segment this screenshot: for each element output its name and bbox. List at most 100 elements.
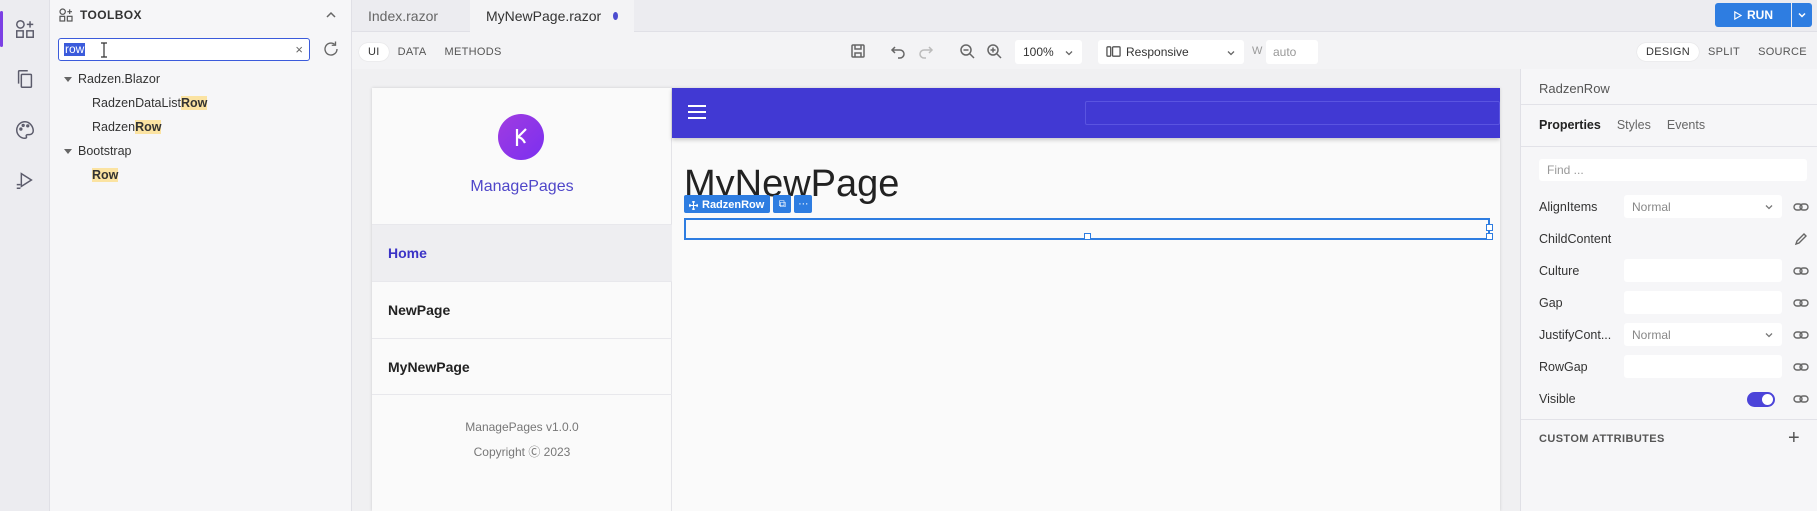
custom-attributes-header: CUSTOM ATTRIBUTES [1539, 433, 1665, 445]
logo-mark-icon [515, 128, 527, 146]
preview-nav-home[interactable]: Home [372, 224, 672, 281]
divider [1521, 419, 1817, 420]
toolbox-panel: TOOLBOX row × Radzen.Blazor RadzenDataLi… [50, 0, 352, 511]
tab-events[interactable]: Events [1667, 118, 1705, 132]
gap-input[interactable] [1624, 291, 1782, 314]
chevron-up-icon[interactable] [324, 8, 338, 22]
culture-input[interactable] [1624, 259, 1782, 282]
app-window: TOOLBOX row × Radzen.Blazor RadzenDataLi… [0, 0, 1817, 511]
alignitems-select[interactable]: Normal [1624, 195, 1782, 218]
selected-component-name: RadzenRow [1539, 81, 1610, 96]
copy-pages-icon [17, 70, 33, 88]
tree-item-radzenrow[interactable]: Radzen Row [58, 115, 348, 139]
link-binding-icon[interactable] [1793, 360, 1809, 374]
design-canvas: ManagePages Home NewPage MyNewPage Manag… [352, 69, 1520, 511]
prop-row-rowgap: RowGap [1539, 355, 1809, 379]
link-binding-icon[interactable] [1793, 392, 1809, 406]
pencil-edit-icon[interactable] [1793, 232, 1809, 246]
hamburger-menu-icon[interactable] [688, 105, 706, 119]
selected-component-label[interactable]: RadzenRow [684, 195, 771, 213]
toolbox-header: TOOLBOX [58, 0, 348, 30]
zoom-out-icon [960, 44, 975, 59]
redo-button[interactable] [918, 43, 934, 59]
pages-activity-button[interactable] [0, 57, 50, 101]
link-binding-icon[interactable] [1793, 328, 1809, 342]
mode-data-button[interactable]: DATA [389, 43, 436, 61]
preview-nav-mynewpage[interactable]: MyNewPage [372, 338, 672, 395]
zoom-select[interactable]: 100% [1015, 40, 1082, 64]
run-debug-activity-button[interactable] [0, 158, 50, 202]
resize-handle-corner[interactable] [1486, 233, 1493, 240]
add-attribute-icon[interactable]: + [1788, 428, 1800, 448]
undo-icon [890, 46, 905, 59]
preview-copyright: Copyright Ⓒ 2023 [473, 445, 571, 459]
visible-toggle[interactable] [1747, 392, 1775, 407]
preview-sidebar: ManagePages Home NewPage MyNewPage Manag… [372, 88, 672, 511]
more-options-icon[interactable]: ⋯ [794, 195, 813, 213]
link-binding-icon[interactable] [1793, 200, 1809, 214]
view-design-button[interactable]: DESIGN [1637, 42, 1699, 61]
clear-search-icon[interactable]: × [295, 43, 303, 57]
link-binding-icon[interactable] [1793, 296, 1809, 310]
toolbox-search-input[interactable]: row × [58, 38, 310, 61]
view-source-button[interactable]: SOURCE [1749, 43, 1816, 61]
select-parent-icon[interactable]: ⧉ [773, 195, 792, 213]
preview-nav-newpage[interactable]: NewPage [372, 281, 672, 338]
run-button[interactable]: RUN [1715, 3, 1791, 27]
page-preview[interactable]: ManagePages Home NewPage MyNewPage Manag… [372, 88, 1500, 511]
justifycontent-select[interactable]: Normal [1624, 323, 1782, 346]
undo-button[interactable] [890, 43, 906, 59]
search-selected-text: row [64, 42, 86, 56]
tab-styles[interactable]: Styles [1617, 118, 1651, 132]
toolbox-activity-button[interactable] [0, 7, 50, 51]
mode-ui-button[interactable]: UI [359, 42, 389, 61]
chevron-down-icon [1227, 51, 1235, 56]
caret-down-icon[interactable] [64, 76, 72, 82]
zoom-out-button[interactable] [959, 43, 975, 59]
zoom-in-button[interactable] [986, 43, 1002, 59]
app-logo [498, 114, 544, 160]
tab-mynewpage-razor[interactable]: MyNewPage.razor [470, 0, 634, 32]
tree-group-radzen-blazor[interactable]: Radzen.Blazor [58, 67, 348, 91]
redo-icon [919, 46, 934, 59]
mode-methods-button[interactable]: METHODS [436, 43, 511, 61]
zoom-in-icon [987, 44, 1002, 59]
prop-row-gap: Gap [1539, 291, 1809, 315]
responsive-device-icon [1106, 46, 1121, 57]
view-split-button[interactable]: SPLIT [1699, 43, 1749, 61]
property-find-input[interactable]: Find ... [1539, 159, 1807, 181]
preview-header [672, 88, 1500, 138]
run-options-button[interactable] [1792, 3, 1812, 27]
tree-group-bootstrap[interactable]: Bootstrap [58, 139, 348, 163]
prop-row-justifycontent: JustifyCont... Normal [1539, 323, 1809, 347]
chevron-down-icon [1065, 51, 1073, 56]
tree-item-row[interactable]: Row [58, 163, 348, 187]
move-icon [689, 200, 698, 210]
toolbox-tree: Radzen.Blazor RadzenDataList Row Radzen Ro… [58, 67, 348, 187]
refresh-icon[interactable] [322, 40, 340, 58]
selected-radzenrow-outline[interactable] [684, 218, 1493, 240]
save-icon [851, 44, 865, 58]
device-select[interactable]: Responsive [1098, 40, 1244, 64]
resize-handle-right[interactable] [1486, 224, 1493, 231]
mode-switch: UI DATA METHODS [359, 41, 511, 62]
preview-header-search[interactable] [1085, 101, 1500, 125]
unsaved-dot-icon [613, 12, 618, 20]
resize-handle-bottom[interactable] [1084, 233, 1091, 240]
tree-item-radzendatalistrow[interactable]: RadzenDataList Row [58, 91, 348, 115]
link-binding-icon[interactable] [1793, 264, 1809, 278]
toolbox-icon [59, 8, 73, 22]
text-cursor-icon [101, 42, 107, 58]
divider [1521, 104, 1817, 105]
save-button[interactable] [850, 43, 866, 59]
activity-bar [0, 0, 50, 511]
tab-properties[interactable]: Properties [1539, 118, 1601, 132]
theme-activity-button[interactable] [0, 108, 50, 152]
toolbox-title: TOOLBOX [80, 8, 142, 22]
tab-index-razor[interactable]: Index.razor [352, 0, 470, 32]
caret-down-icon[interactable] [64, 148, 72, 154]
width-input[interactable]: auto [1266, 40, 1318, 64]
view-switch: DESIGN SPLIT SOURCE [1637, 41, 1816, 62]
preview-brand: ManagePages [470, 178, 574, 195]
rowgap-input[interactable] [1624, 355, 1782, 378]
